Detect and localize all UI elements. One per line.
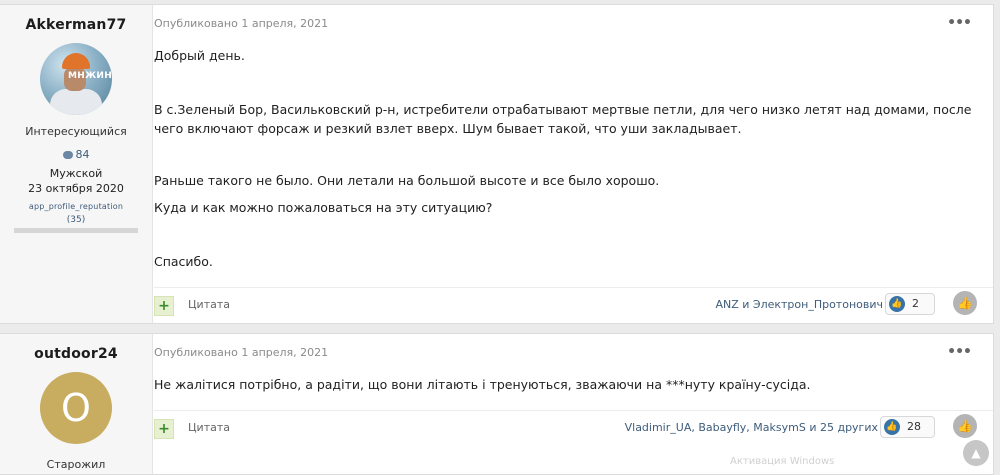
quote-button[interactable]: Цитата (188, 421, 230, 434)
post-paragraph: В с.Зеленый Бор, Васильковский р-н, истр… (154, 102, 972, 136)
post-paragraph: Не жалітися потрібно, а радіти, що вони … (154, 377, 811, 392)
post-content: Опубликовано 1 апреля, 2021 ••• Добрый д… (154, 5, 993, 323)
thumbs-up-icon: 👍 (884, 419, 900, 435)
author-rank: Старожил (46, 458, 106, 471)
author-avatar[interactable]: O (40, 372, 112, 444)
reaction-count[interactable]: 👍 2 (885, 293, 935, 315)
plus-icon[interactable]: + (154, 296, 174, 316)
post-footer: + Цитата ANZ и Электрон_Протонович 👍 2 👍 (154, 287, 993, 320)
post-date[interactable]: Опубликовано 1 апреля, 2021 (154, 17, 328, 30)
post-paragraph: Добрый день. (154, 48, 245, 63)
reaction-count[interactable]: 👍 28 (880, 416, 935, 438)
post-paragraph: Куда и как можно пожаловаться на эту сит… (154, 200, 493, 215)
post-paragraph: Спасибо. (154, 254, 213, 269)
post-paragraph: Раньше такого не было. Они летали на бол… (154, 173, 660, 188)
author-reputation: app_profile_reputation (35) (14, 202, 138, 233)
post-date[interactable]: Опубликовано 1 апреля, 2021 (154, 346, 328, 359)
author-joined: 23 октября 2020 (28, 182, 124, 195)
reputation-label: app_profile_reputation (28, 202, 124, 211)
thumbs-up-icon: 👍 (889, 296, 905, 312)
reaction-count-value: 28 (907, 420, 921, 433)
post-content: Опубликовано 1 апреля, 2021 ••• Не жаліт… (154, 334, 993, 474)
author-rank: Интересующийся (25, 125, 127, 138)
chevron-up-icon[interactable]: ▲ (963, 440, 989, 466)
avatar-figure-body (50, 89, 102, 115)
post: outdoor24 O Старожил Опубликовано 1 апре… (0, 333, 994, 475)
author-post-count[interactable]: 84 (0, 148, 152, 161)
ellipsis-icon[interactable]: ••• (947, 15, 972, 31)
author-panel: Akkerman77 МНЖИНЕ Интересующийся 84 Мужс… (0, 5, 153, 323)
author-username[interactable]: Akkerman77 (0, 17, 152, 33)
avatar-watermark: МНЖИНЕ (68, 71, 112, 81)
plus-icon[interactable]: + (154, 419, 174, 439)
quote-button[interactable]: Цитата (188, 298, 230, 311)
windows-activation-watermark: Активация Windows (730, 456, 835, 467)
author-panel: outdoor24 O Старожил (0, 334, 153, 474)
ellipsis-icon[interactable]: ••• (947, 344, 972, 360)
post-count-value: 84 (75, 148, 90, 161)
post-footer: + Цитата Vladimir_UA, Babayfly, MaksymS … (154, 410, 993, 443)
like-button[interactable]: 👍 (953, 414, 977, 438)
author-gender: Мужской (49, 167, 103, 180)
comment-icon (62, 151, 73, 159)
like-button[interactable]: 👍 (953, 291, 977, 315)
reaction-users[interactable]: Vladimir_UA, Babayfly, MaksymS и 25 друг… (625, 421, 878, 434)
avatar-helmet (62, 53, 90, 69)
author-username[interactable]: outdoor24 (0, 346, 152, 362)
reaction-count-value: 2 (912, 297, 919, 310)
author-avatar[interactable]: МНЖИНЕ (40, 43, 112, 115)
post: Akkerman77 МНЖИНЕ Интересующийся 84 Мужс… (0, 4, 994, 324)
reaction-users[interactable]: ANZ и Электрон_Протонович (715, 298, 883, 311)
reputation-value[interactable]: (35) (14, 215, 138, 225)
